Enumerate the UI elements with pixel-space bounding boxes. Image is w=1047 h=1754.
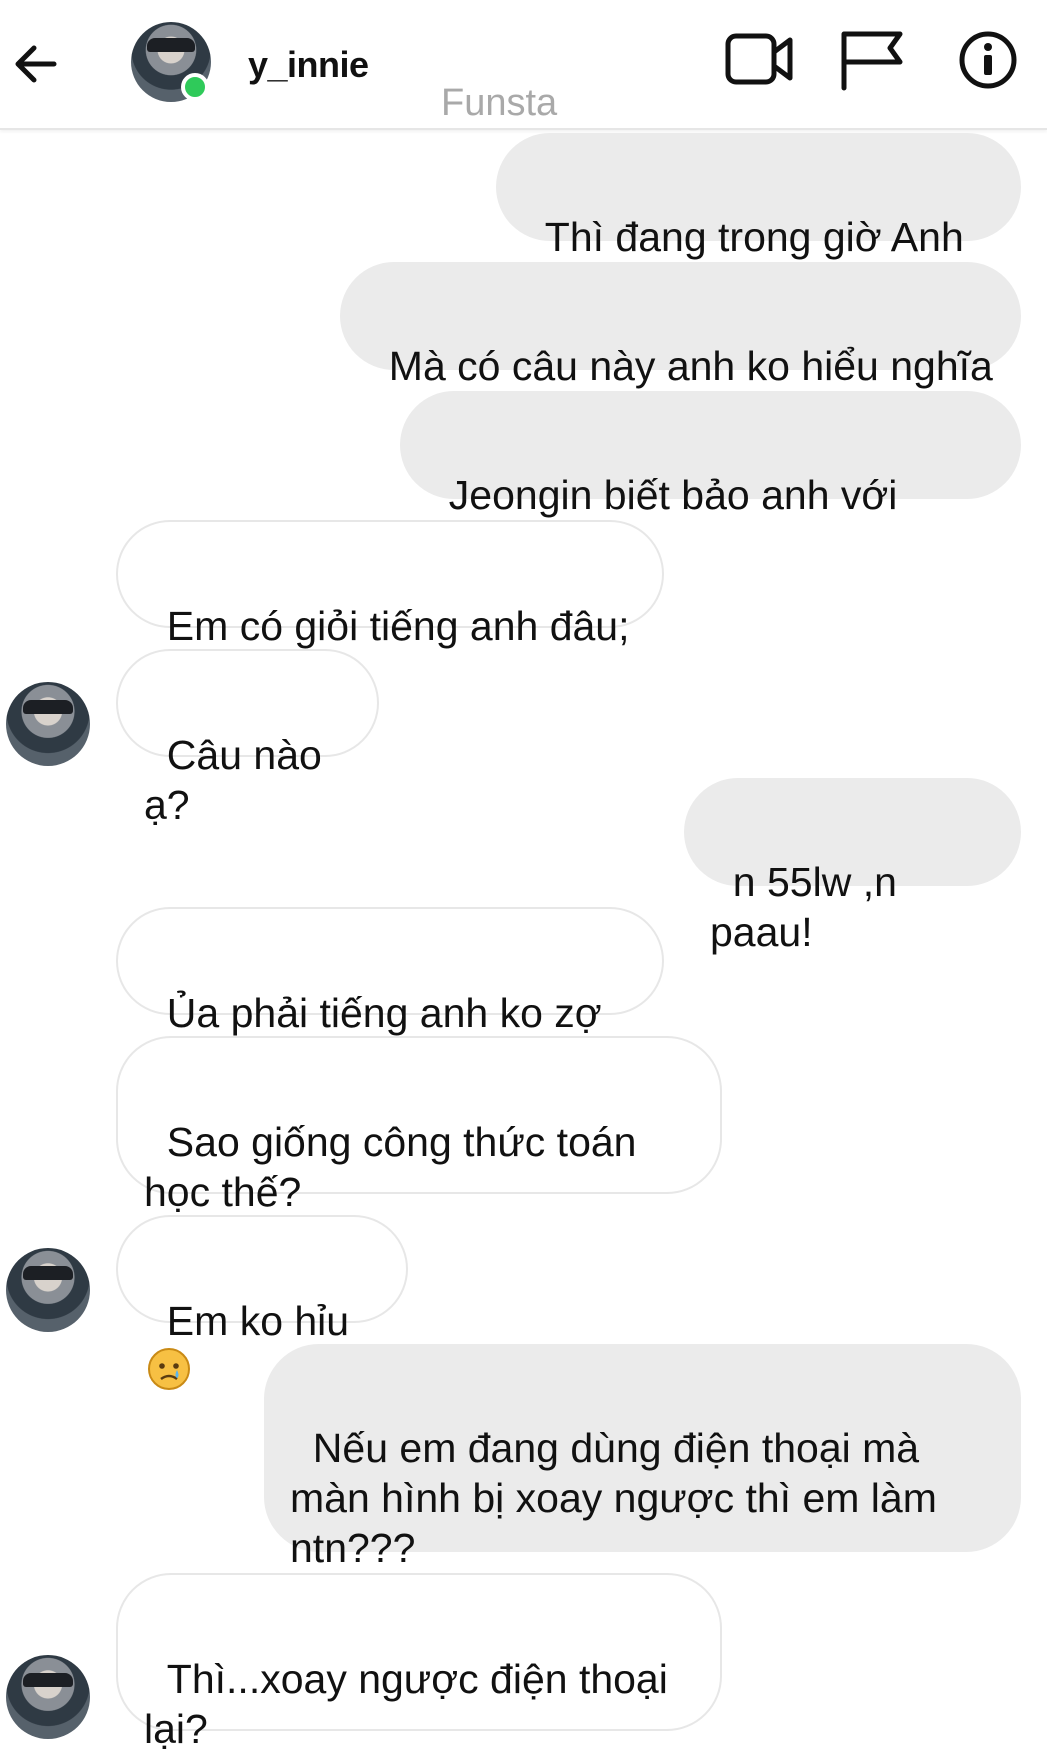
message-text: Jeongin biết bảo anh với (448, 472, 898, 518)
message-text: n 55lw ,n paau! (710, 859, 909, 955)
sender-avatar[interactable] (6, 1248, 90, 1332)
message-text: Em ko hỉu (166, 1298, 350, 1344)
incoming-message[interactable]: Em ko hỉu (116, 1215, 408, 1390)
outgoing-message[interactable]: n 55lw ,n paau! (684, 778, 1021, 955)
message-text: Thì...xoay ngược điện thoại lại? (144, 1656, 668, 1752)
message-text: Câu nào ạ? (144, 732, 334, 828)
message-text: Mà có câu này anh ko hiểu nghĩa (388, 343, 993, 389)
chat-header: y_innie Funsta (0, 0, 1047, 130)
incoming-message[interactable]: Em có giỏi tiếng anh đâu;( (116, 520, 664, 699)
sender-avatar[interactable] (6, 682, 90, 766)
incoming-message[interactable]: Thì...xoay ngược điện thoại lại? (116, 1573, 722, 1752)
message-text: Sao giống công thức toán học thế? (144, 1119, 637, 1215)
sad-face-emoji (146, 1346, 192, 1403)
arrow-left-icon[interactable] (8, 36, 64, 92)
flag-icon[interactable] (838, 28, 908, 92)
info-icon[interactable] (953, 28, 1023, 92)
outgoing-message[interactable]: Jeongin biết bảo anh với (400, 391, 1021, 563)
account-subtitle: Funsta (441, 82, 558, 124)
incoming-message[interactable]: Ủa phải tiếng anh ko zợ (116, 907, 664, 1084)
message-text: Nếu em đang dùng điện thoại mà màn hình … (290, 1425, 937, 1571)
incoming-message[interactable]: Câu nào ạ? (116, 649, 379, 828)
chat-username[interactable]: y_innie (248, 44, 369, 86)
video-camera-icon[interactable] (725, 28, 795, 92)
outgoing-message[interactable]: Mà có câu này anh ko hiểu nghĩa (340, 262, 1021, 389)
sender-avatar[interactable] (6, 1655, 90, 1739)
online-status-indicator (181, 73, 209, 101)
message-text: Ủa phải tiếng anh ko zợ (166, 990, 602, 1036)
outgoing-message[interactable]: Thì đang trong giờ Anh á (496, 133, 1021, 310)
outgoing-message[interactable]: Nếu em đang dùng điện thoại mà màn hình … (264, 1344, 1021, 1571)
incoming-message[interactable]: Sao giống công thức toán học thế? (116, 1036, 722, 1215)
